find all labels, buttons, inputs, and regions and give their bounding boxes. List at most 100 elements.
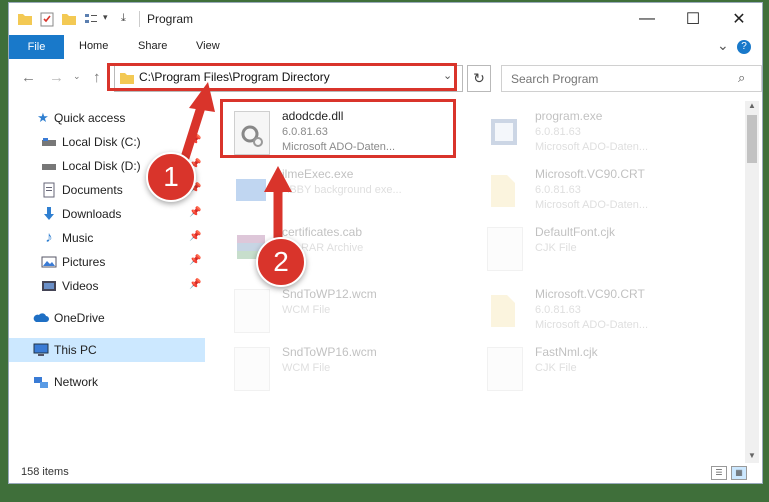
new-folder-icon[interactable] bbox=[61, 11, 77, 27]
vertical-scrollbar[interactable]: ▲ ▼ bbox=[745, 101, 759, 463]
file-item-microsoft-vc90-crt[interactable]: Microsoft.VC90.CRT 6.0.81.63 Microsoft A… bbox=[477, 283, 717, 339]
back-arrow-icon[interactable]: ← bbox=[21, 69, 36, 86]
network-icon bbox=[34, 377, 48, 388]
file-name: ilmeExec.exe bbox=[282, 167, 354, 181]
status-bar: 158 items ☰ ▦ bbox=[9, 463, 762, 483]
window-title: Program bbox=[147, 12, 194, 26]
drive-icon bbox=[42, 138, 56, 146]
nav-item-label: Videos bbox=[62, 279, 99, 293]
step-marker-1: 1 bbox=[146, 152, 196, 202]
customize-toolbar-icon[interactable]: ⤓ bbox=[121, 12, 126, 25]
file-detail: WCM File bbox=[282, 304, 331, 316]
nav-item-label: Local Disk (C:) bbox=[62, 135, 141, 149]
nav-item-label: Local Disk (D:) bbox=[62, 159, 141, 173]
downloads-icon bbox=[44, 207, 54, 220]
tab-file[interactable]: File bbox=[9, 35, 64, 59]
file-icon bbox=[234, 289, 270, 333]
pin-icon[interactable]: 📌 bbox=[189, 231, 201, 242]
file-detail: Microsoft ADO-Daten... bbox=[535, 141, 649, 153]
file-name: Microsoft.VC90.CRT bbox=[535, 167, 645, 181]
file-item-sndtowp16-wcm[interactable]: SndToWP16.wcm WCM File bbox=[224, 341, 464, 397]
pictures-icon bbox=[41, 256, 57, 268]
tab-share[interactable]: Share bbox=[138, 40, 167, 52]
nav-item-label: Pictures bbox=[62, 255, 106, 269]
large-icons-view-icon[interactable]: ▦ bbox=[731, 466, 747, 480]
nav-item-downloads[interactable]: Downloads 📌 bbox=[9, 203, 205, 225]
cloud-icon bbox=[33, 313, 49, 322]
nav-item-label: This PC bbox=[54, 343, 97, 357]
pin-icon[interactable]: 📌 bbox=[189, 279, 201, 290]
file-icon bbox=[487, 227, 523, 271]
scrollbar-thumb[interactable] bbox=[747, 115, 757, 163]
drive-icon bbox=[42, 164, 56, 170]
file-detail: Microsoft ADO-Daten... bbox=[535, 199, 649, 211]
minimize-button[interactable]: — bbox=[624, 3, 670, 35]
up-arrow-icon[interactable]: ↑ bbox=[93, 69, 101, 86]
nav-item-videos[interactable]: Videos 📌 bbox=[9, 275, 205, 297]
file-name: certificates.cab bbox=[282, 225, 363, 239]
nav-item-music[interactable]: ♪ Music 📌 bbox=[9, 227, 205, 249]
help-icon[interactable]: ? bbox=[737, 40, 751, 54]
refresh-button[interactable]: ↻ bbox=[467, 65, 491, 92]
search-input[interactable] bbox=[509, 67, 733, 91]
file-item-ilmeexec-exe[interactable]: ilmeExec.exe ABBY background exe... bbox=[224, 163, 464, 219]
file-detail: 6.0.81.63 bbox=[535, 126, 581, 138]
file-detail: WCM File bbox=[282, 362, 331, 374]
file-detail: Microsoft ADO-Daten... bbox=[535, 319, 649, 331]
properties-icon[interactable] bbox=[39, 11, 55, 27]
recent-locations-icon[interactable]: ⌄ bbox=[73, 71, 81, 82]
details-view-icon[interactable]: ☰ bbox=[711, 466, 727, 480]
nav-item-label: Documents bbox=[62, 183, 123, 197]
file-icon bbox=[234, 347, 270, 391]
file-detail: CJK File bbox=[535, 242, 577, 254]
file-detail: ABBY background exe... bbox=[282, 184, 402, 196]
pin-icon[interactable]: 📌 bbox=[189, 207, 201, 218]
pin-icon[interactable]: 📌 bbox=[189, 135, 201, 146]
ribbon: File Home Share View ⌄ ? bbox=[9, 35, 762, 59]
nav-item-pictures[interactable]: Pictures 📌 bbox=[9, 251, 205, 273]
scroll-down-icon[interactable]: ▼ bbox=[748, 451, 756, 460]
exe-icon bbox=[236, 179, 266, 201]
file-item-sndtowp12-wcm[interactable]: SndToWP12.wcm WCM File bbox=[224, 283, 464, 339]
nav-item-onedrive[interactable]: OneDrive bbox=[9, 307, 205, 329]
scroll-up-icon[interactable]: ▲ bbox=[748, 101, 756, 110]
file-name: program.exe bbox=[535, 109, 603, 123]
file-item-program-exe[interactable]: program.exe 6.0.81.63 Microsoft ADO-Date… bbox=[477, 105, 717, 161]
file-detail: 6.0.81.63 bbox=[535, 184, 581, 196]
exe-icon bbox=[491, 119, 517, 145]
tab-home[interactable]: Home bbox=[79, 40, 108, 52]
file-item-microsoft-vc90-crt[interactable]: Microsoft.VC90.CRT 6.0.81.63 Microsoft A… bbox=[477, 163, 717, 219]
item-count: 158 items bbox=[21, 466, 69, 478]
file-name: FastNml.cjk bbox=[535, 345, 598, 359]
file-item-fastnml-cjk[interactable]: FastNml.cjk CJK File bbox=[477, 341, 717, 397]
file-detail: 6.0.81.63 bbox=[535, 304, 581, 316]
step-marker-2: 2 bbox=[256, 237, 306, 287]
nav-item-this-pc[interactable]: This PC bbox=[9, 338, 205, 362]
nav-item-local-disk-c[interactable]: Local Disk (C:) 📌 bbox=[9, 131, 205, 153]
search-box[interactable]: ⌕ bbox=[501, 65, 762, 92]
search-icon[interactable]: ⌕ bbox=[738, 70, 745, 86]
expand-ribbon-icon[interactable]: ⌄ bbox=[717, 37, 729, 54]
file-item-defaultfont-cjk[interactable]: DefaultFont.cjk CJK File bbox=[477, 221, 717, 277]
file-highlight-box bbox=[220, 99, 456, 158]
tab-view[interactable]: View bbox=[196, 40, 220, 52]
nav-item-label: OneDrive bbox=[54, 311, 105, 325]
maximize-button[interactable]: ☐ bbox=[670, 3, 716, 35]
forward-arrow-icon[interactable]: → bbox=[49, 69, 64, 86]
nav-item-network[interactable]: Network bbox=[9, 371, 205, 393]
documents-icon bbox=[43, 182, 55, 198]
close-button[interactable]: ✕ bbox=[716, 3, 762, 35]
nav-item-label: Quick access bbox=[54, 111, 126, 125]
nav-item-label: Downloads bbox=[62, 207, 122, 221]
nav-item-label: Music bbox=[62, 231, 94, 245]
pin-icon[interactable]: 📌 bbox=[189, 255, 201, 266]
nav-item-quick-access[interactable]: ★ Quick access bbox=[9, 107, 205, 129]
chevron-down-icon[interactable]: ▾ bbox=[103, 12, 108, 23]
folder-icon bbox=[491, 175, 515, 207]
videos-icon bbox=[42, 281, 56, 291]
file-detail: CJK File bbox=[535, 362, 577, 374]
file-icon bbox=[487, 347, 523, 391]
computer-icon bbox=[33, 343, 49, 356]
divider bbox=[139, 11, 140, 27]
view-options-icon[interactable] bbox=[83, 11, 99, 27]
